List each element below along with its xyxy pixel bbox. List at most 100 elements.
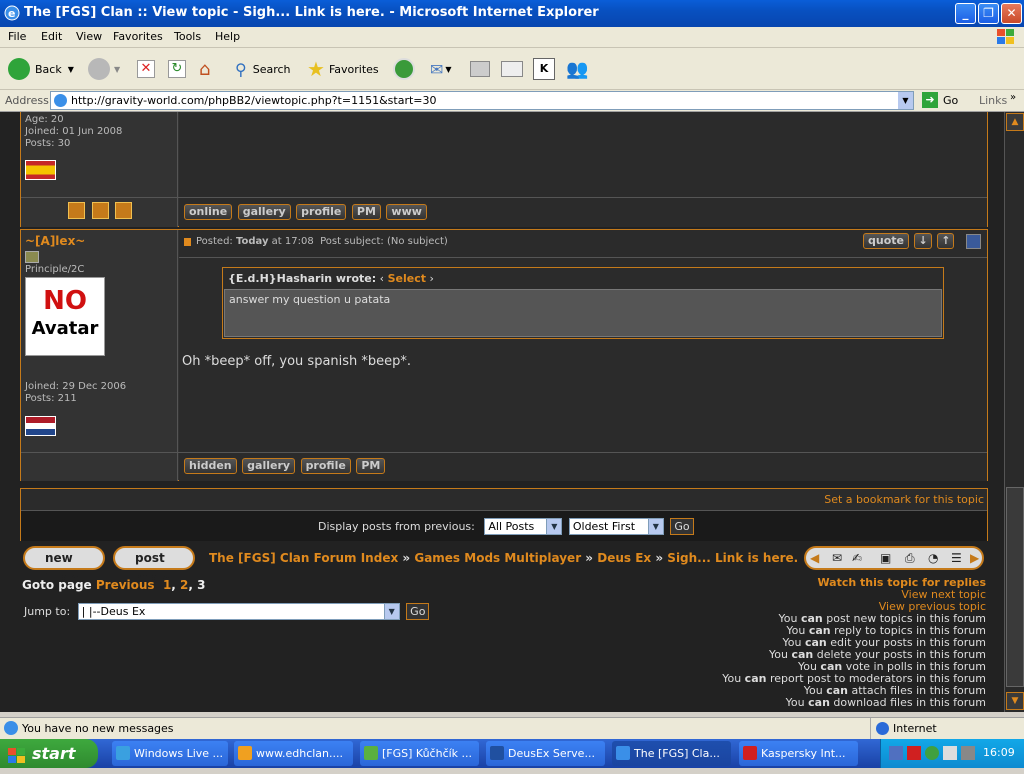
- messenger-tray-icon[interactable]: [925, 746, 939, 760]
- go-arrow-icon[interactable]: ➜: [922, 92, 938, 108]
- profile-button[interactable]: profile: [300, 458, 351, 474]
- down-arrow-icon[interactable]: ↓: [914, 233, 932, 249]
- online-button[interactable]: online: [184, 204, 233, 220]
- chevron-down-icon[interactable]: ▼: [114, 65, 120, 74]
- ie-icon: [616, 746, 630, 760]
- forward-button[interactable]: ▼: [88, 56, 120, 82]
- scroll-up-icon[interactable]: ▲: [1006, 113, 1024, 131]
- jump-select[interactable]: | |--Deus Ex ▼: [77, 603, 400, 620]
- next-arrow-icon[interactable]: ▶: [970, 551, 979, 565]
- post-current: ~[A]lex~ Principle/2C NO Avatar Joined: …: [20, 229, 988, 481]
- chevron-down-icon[interactable]: ▼: [68, 65, 74, 74]
- stop-button[interactable]: ✕: [137, 56, 155, 82]
- www-button[interactable]: www: [386, 204, 427, 220]
- display-label: Display posts from previous:: [318, 520, 475, 533]
- go-button[interactable]: Go: [943, 94, 958, 107]
- pm-button[interactable]: PM: [351, 204, 381, 220]
- chevron-right-icon[interactable]: »: [1010, 92, 1016, 103]
- menu-edit[interactable]: Edit: [41, 30, 62, 43]
- mail-button[interactable]: ✉ ▼: [430, 56, 452, 82]
- save-icon[interactable]: ▣: [880, 551, 891, 565]
- pm-button[interactable]: PM: [356, 458, 386, 474]
- breadcrumb-category[interactable]: Games Mods Multiplayer: [414, 551, 581, 565]
- address-dropdown-icon[interactable]: ▼: [898, 92, 913, 109]
- post-buttons-previous: online gallery profile PM www: [179, 198, 987, 227]
- address-input[interactable]: http://gravity-world.com/phpBB2/viewtopi…: [50, 91, 914, 110]
- history-button[interactable]: [393, 56, 415, 82]
- rank-icon[interactable]: [68, 202, 85, 219]
- task-kaspersky[interactable]: Kaspersky Int...: [739, 741, 858, 766]
- chevron-down-icon: ▼: [546, 519, 562, 534]
- task-fgs-clan[interactable]: The [FGS] Cla...: [612, 741, 731, 766]
- breadcrumb-index[interactable]: The [FGS] Clan Forum Index: [209, 551, 398, 565]
- print-icon[interactable]: ⎙: [905, 551, 915, 566]
- list-icon[interactable]: ☰: [951, 551, 962, 565]
- search-button[interactable]: ⚲ Search: [235, 56, 291, 82]
- poster-username[interactable]: ~[A]lex~: [25, 234, 177, 248]
- menu-tools[interactable]: Tools: [174, 30, 201, 43]
- display-tray-icon[interactable]: [943, 746, 957, 760]
- breadcrumb-topic[interactable]: Sigh... Link is here.: [667, 551, 798, 565]
- print-button[interactable]: [470, 56, 490, 82]
- menu-favorites[interactable]: Favorites: [113, 30, 163, 43]
- favorites-button[interactable]: ★ Favorites: [307, 56, 379, 82]
- new-topic-button[interactable]: new topic: [23, 546, 105, 585]
- select-link[interactable]: Select: [388, 272, 426, 285]
- hidden-button[interactable]: hidden: [184, 458, 237, 474]
- chevron-down-icon[interactable]: ▼: [445, 65, 451, 74]
- zodiac-icon[interactable]: [115, 202, 132, 219]
- task-fgs[interactable]: [FGS] Kůčhčík ...: [360, 741, 479, 766]
- spain-flag-icon: [25, 160, 56, 180]
- menu-file[interactable]: File: [8, 30, 26, 43]
- mail-icon: ✉: [430, 59, 444, 79]
- research-button[interactable]: K: [533, 56, 555, 82]
- start-button[interactable]: start: [0, 739, 98, 768]
- menu-view[interactable]: View: [76, 30, 102, 43]
- posts-filter-select[interactable]: All Posts ▼: [484, 518, 563, 535]
- post-reply-button[interactable]: post reply: [113, 546, 195, 585]
- gallery-button[interactable]: gallery: [237, 204, 291, 220]
- breadcrumb-forum[interactable]: Deus Ex: [597, 551, 651, 565]
- maximize-button[interactable]: ❐: [978, 3, 999, 24]
- report-icon[interactable]: [965, 233, 981, 249]
- back-button[interactable]: Back ▼: [8, 56, 74, 82]
- scroll-thumb[interactable]: [1006, 487, 1024, 687]
- task-edhclan[interactable]: www.edhclan....: [234, 741, 353, 766]
- bookmark-link[interactable]: Set a bookmark for this topic: [824, 493, 984, 506]
- minimize-button[interactable]: _: [955, 3, 976, 24]
- profile-button[interactable]: profile: [296, 204, 347, 220]
- close-button[interactable]: ✕: [1001, 3, 1022, 24]
- home-button[interactable]: ⌂: [199, 56, 210, 82]
- gender-icon[interactable]: [91, 202, 109, 219]
- page-2-link[interactable]: 2: [180, 578, 188, 592]
- page-content: Age: 20 Joined: 01 Jun 2008 Posts: 30 on…: [0, 112, 1004, 712]
- display-go-button[interactable]: Go: [670, 518, 694, 535]
- page-1-link[interactable]: 1: [163, 578, 171, 592]
- up-arrow-icon[interactable]: ↑: [937, 233, 955, 249]
- toolbar: Back ▼ ▼ ✕ ↻ ⌂ ⚲ Search ★ Favorites ✉ ▼ K 👥: [0, 48, 1024, 90]
- email-topic-icon[interactable]: ✉: [832, 551, 842, 565]
- links-label[interactable]: Links: [979, 94, 1007, 107]
- previous-arrow-icon[interactable]: ◀: [810, 551, 819, 565]
- signature-icon[interactable]: ✍: [852, 551, 862, 565]
- menu-help[interactable]: Help: [215, 30, 240, 43]
- edit-button[interactable]: [501, 56, 523, 82]
- clock-icon[interactable]: ◔: [928, 551, 938, 565]
- jump-go-button[interactable]: Go: [406, 603, 430, 620]
- vertical-scrollbar[interactable]: ▲ ▼: [1004, 112, 1024, 712]
- refresh-button[interactable]: ↻: [168, 56, 186, 82]
- task-deusex[interactable]: DeusEx Serve...: [486, 741, 605, 766]
- page-icon: [54, 94, 67, 107]
- gallery-button[interactable]: gallery: [242, 458, 296, 474]
- order-select[interactable]: Oldest First ▼: [568, 518, 664, 535]
- quote-button[interactable]: quote: [863, 233, 909, 249]
- volume-icon[interactable]: [961, 746, 975, 760]
- jump-to: Jump to: | |--Deus Ex ▼ Go: [24, 603, 430, 620]
- goto-page: Goto page Previous 1, 2, 3: [22, 578, 206, 592]
- messenger-button[interactable]: 👥: [566, 56, 588, 82]
- network-icon[interactable]: [889, 746, 903, 760]
- previous-page-link[interactable]: Previous: [96, 578, 155, 592]
- kaspersky-tray-icon[interactable]: [907, 746, 921, 760]
- scroll-down-icon[interactable]: ▼: [1006, 692, 1024, 710]
- task-windows-live[interactable]: Windows Live ...: [112, 741, 228, 766]
